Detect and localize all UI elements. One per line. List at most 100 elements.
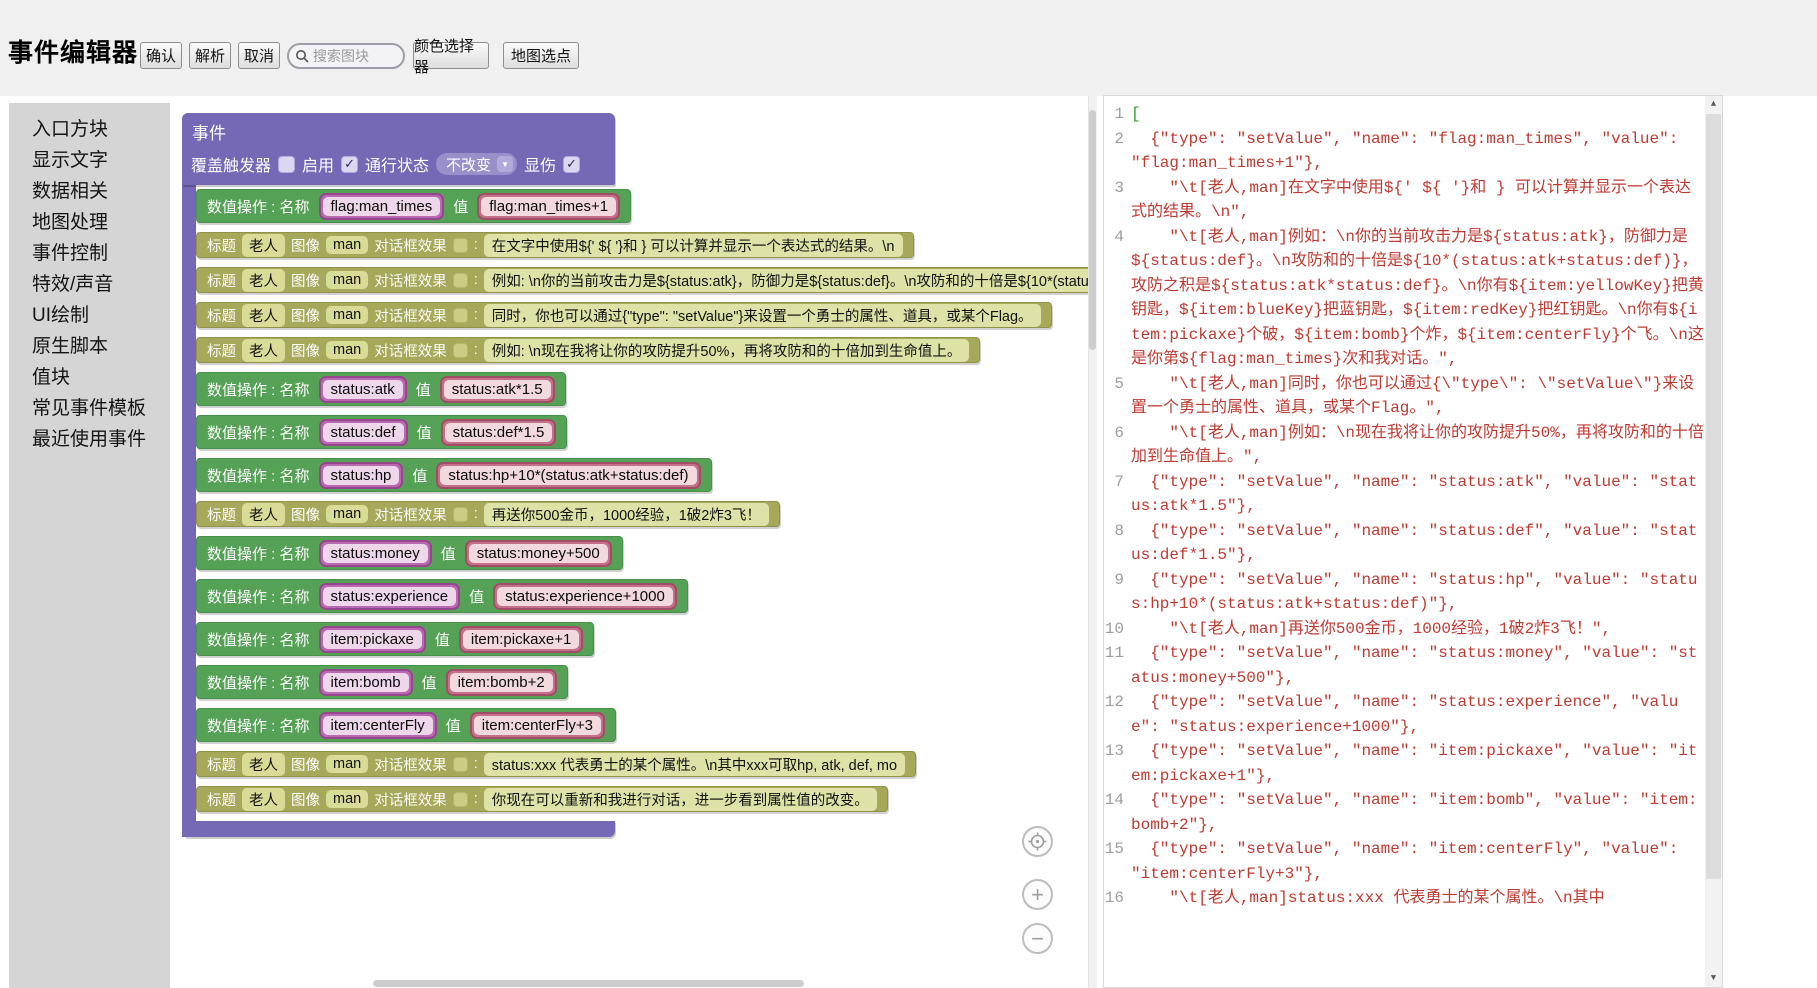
scroll-up-arrow[interactable]: ▲ <box>1705 96 1722 113</box>
text-row[interactable]: 标题 老人 图像 man 对话框效果 : 例如: \n你的当前攻击力是${sta… <box>196 267 1097 293</box>
dialog-effect-checkbox[interactable] <box>453 792 468 807</box>
scroll-down-arrow[interactable]: ▼ <box>1705 970 1722 987</box>
pass-state-dropdown[interactable]: 不改变 ▼ <box>436 153 517 175</box>
blockly-workspace[interactable]: 事件 覆盖触发器 启用 ✓ 通行状态 不改变 ▼ 显伤 ✓ 数值操作 : 名称 … <box>170 96 1097 988</box>
image-field[interactable]: man <box>326 306 368 324</box>
dialog-effect-checkbox[interactable] <box>453 273 468 288</box>
search-icon <box>295 49 309 63</box>
value-pill[interactable]: status:atk*1.5 <box>440 376 555 403</box>
search-input[interactable] <box>313 48 397 64</box>
name-pill[interactable]: status:def <box>319 419 408 446</box>
name-pill[interactable]: flag:man_times <box>319 193 445 220</box>
recenter-button[interactable] <box>1022 826 1053 857</box>
dialog-effect-checkbox[interactable] <box>453 507 468 522</box>
override-trigger-checkbox[interactable] <box>278 156 295 173</box>
sidebar-item-event-control[interactable]: 事件控制 <box>9 238 170 269</box>
text-row[interactable]: 标题 老人 图像 man 对话框效果 : 你现在可以重新和我进行对话，进一步看到… <box>196 786 888 812</box>
dialog-effect-checkbox[interactable] <box>453 308 468 323</box>
block-search[interactable] <box>287 43 405 69</box>
workspace-horizontal-scroll-thumb[interactable] <box>373 980 804 987</box>
sidebar-item-ui-draw[interactable]: UI绘制 <box>9 300 170 331</box>
image-field[interactable]: man <box>326 236 368 254</box>
sidebar-item-entry-blocks[interactable]: 入口方块 <box>9 114 170 145</box>
dialog-effect-checkbox[interactable] <box>453 757 468 772</box>
text-field[interactable]: 例如: \n你的当前攻击力是${status:atk}，防御力是${status… <box>484 269 1097 292</box>
value-pill[interactable]: item:bomb+2 <box>446 669 557 696</box>
caption-field[interactable]: 老人 <box>242 788 285 811</box>
map-pick-button[interactable]: 地图选点 <box>503 42 579 69</box>
event-json-editor[interactable]: 1[ 2 {"type": "setValue", "name": "flag:… <box>1103 95 1723 988</box>
image-field[interactable]: man <box>326 505 368 523</box>
code-scroll-thumb[interactable] <box>1706 114 1721 879</box>
name-pill[interactable]: item:bomb <box>319 669 413 696</box>
image-field[interactable]: man <box>326 755 368 773</box>
value-pill[interactable]: item:centerFly+3 <box>470 712 605 739</box>
parse-button[interactable]: 解析 <box>189 42 231 69</box>
name-pill[interactable]: item:pickaxe <box>319 626 426 653</box>
text-field[interactable]: 你现在可以重新和我进行对话，进一步看到属性值的改变。 <box>484 788 877 811</box>
caption-field[interactable]: 老人 <box>242 753 285 776</box>
dialog-effect-checkbox[interactable] <box>453 238 468 253</box>
value-pill[interactable]: status:experience+1000 <box>493 583 677 610</box>
zoom-out-button[interactable]: − <box>1022 923 1053 954</box>
event-block[interactable]: 事件 覆盖触发器 启用 ✓ 通行状态 不改变 ▼ 显伤 ✓ 数值操作 : 名称 … <box>182 113 1097 837</box>
sidebar-item-map-process[interactable]: 地图处理 <box>9 207 170 238</box>
caption-field[interactable]: 老人 <box>242 339 285 362</box>
zoom-in-button[interactable]: + <box>1022 879 1053 910</box>
caption-field[interactable]: 老人 <box>242 503 285 526</box>
sidebar-item-common-templates[interactable]: 常见事件模板 <box>9 393 170 424</box>
image-field[interactable]: man <box>326 341 368 359</box>
setvalue-row[interactable]: 数值操作 : 名称 status:experience 值 status:exp… <box>196 579 688 613</box>
sidebar-item-data[interactable]: 数据相关 <box>9 176 170 207</box>
text-field[interactable]: 在文字中使用${' ${ '}和 } 可以计算并显示一个表达式的结果。\n <box>484 234 903 257</box>
image-field[interactable]: man <box>326 790 368 808</box>
text-field[interactable]: 同时，你也可以通过{"type": "setValue"}来设置一个勇士的属性、… <box>484 304 1041 327</box>
text-field[interactable]: 例如: \n现在我将让你的攻防提升50%，再将攻防和的十倍加到生命值上。 <box>484 339 970 362</box>
enable-checkbox[interactable]: ✓ <box>341 156 358 173</box>
caption-field[interactable]: 老人 <box>242 269 285 292</box>
sidebar-item-native-script[interactable]: 原生脚本 <box>9 331 170 362</box>
text-row[interactable]: 标题 老人 图像 man 对话框效果 : 在文字中使用${' ${ '}和 } … <box>196 232 914 258</box>
setvalue-row[interactable]: 数值操作 : 名称 status:def 值 status:def*1.5 <box>196 415 567 449</box>
sidebar-item-effects-sound[interactable]: 特效/声音 <box>9 269 170 300</box>
cancel-button[interactable]: 取消 <box>238 42 280 69</box>
sidebar-item-show-text[interactable]: 显示文字 <box>9 145 170 176</box>
value-pill[interactable]: status:def*1.5 <box>441 419 557 446</box>
text-row[interactable]: 标题 老人 图像 man 对话框效果 : 同时，你也可以通过{"type": "… <box>196 302 1052 328</box>
text-field[interactable]: status:xxx 代表勇士的某个属性。\n其中xxx可取hp, atk, d… <box>484 753 905 776</box>
dialog-effect-label: 对话框效果 <box>374 504 447 525</box>
value-pill[interactable]: status:money+500 <box>465 540 612 567</box>
text-row[interactable]: 标题 老人 图像 man 对话框效果 : status:xxx 代表勇士的某个属… <box>196 751 916 777</box>
setvalue-row[interactable]: 数值操作 : 名称 item:pickaxe 值 item:pickaxe+1 <box>196 622 594 656</box>
value-pill[interactable]: flag:man_times+1 <box>477 193 620 220</box>
caption-field[interactable]: 老人 <box>242 304 285 327</box>
value-pill[interactable]: status:hp+10*(status:atk+status:def) <box>436 462 700 489</box>
sidebar-item-value-blocks[interactable]: 值块 <box>9 362 170 393</box>
name-pill[interactable]: status:atk <box>319 376 407 403</box>
setvalue-row[interactable]: 数值操作 : 名称 status:money 值 status:money+50… <box>196 536 623 570</box>
value-pill[interactable]: item:pickaxe+1 <box>459 626 583 653</box>
color-picker-button[interactable]: 颜色选择器 <box>413 42 489 69</box>
text-field[interactable]: 再送你500金币，1000经验，1破2炸3飞！ <box>484 503 769 526</box>
sidebar-item-recent-events[interactable]: 最近使用事件 <box>9 424 170 455</box>
dialog-effect-checkbox[interactable] <box>453 343 468 358</box>
name-pill[interactable]: status:hp <box>319 462 404 489</box>
image-field[interactable]: man <box>326 271 368 289</box>
name-pill[interactable]: status:experience <box>319 583 461 610</box>
name-pill[interactable]: status:money <box>319 540 432 567</box>
text-row[interactable]: 标题 老人 图像 man 对话框效果 : 例如: \n现在我将让你的攻防提升50… <box>196 337 980 363</box>
name-pill[interactable]: item:centerFly <box>319 712 437 739</box>
setvalue-row[interactable]: 数值操作 : 名称 item:centerFly 值 item:centerFl… <box>196 708 616 742</box>
event-block-header[interactable]: 事件 覆盖触发器 启用 ✓ 通行状态 不改变 ▼ 显伤 ✓ <box>182 113 615 185</box>
code-text: "\t[老人,man]例如：\n现在我将让你的攻防提升50%，再将攻防和的十倍加… <box>1131 421 1705 470</box>
setvalue-row[interactable]: 数值操作 : 名称 flag:man_times 值 flag:man_time… <box>196 189 631 223</box>
setvalue-row[interactable]: 数值操作 : 名称 item:bomb 值 item:bomb+2 <box>196 665 568 699</box>
damage-checkbox[interactable]: ✓ <box>563 156 580 173</box>
text-row[interactable]: 标题 老人 图像 man 对话框效果 : 再送你500金币，1000经验，1破2… <box>196 501 780 527</box>
setvalue-row[interactable]: 数值操作 : 名称 status:atk 值 status:atk*1.5 <box>196 372 566 406</box>
workspace-vertical-scroll-thumb[interactable] <box>1089 110 1096 350</box>
confirm-button[interactable]: 确认 <box>140 42 182 69</box>
pass-state-label: 通行状态 <box>365 152 429 176</box>
caption-field[interactable]: 老人 <box>242 234 285 257</box>
setvalue-row[interactable]: 数值操作 : 名称 status:hp 值 status:hp+10*(stat… <box>196 458 712 492</box>
